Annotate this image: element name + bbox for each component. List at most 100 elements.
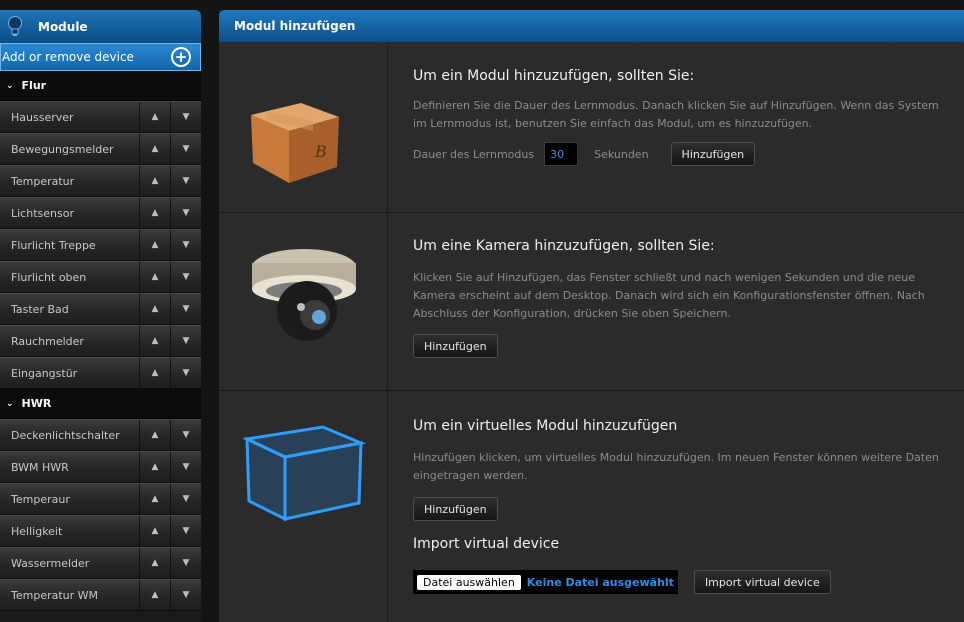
- arrow-up-icon[interactable]: ▲: [139, 516, 170, 546]
- icon-column: [219, 391, 388, 622]
- arrow-up-icon[interactable]: ▲: [139, 358, 170, 388]
- arrow-down-icon[interactable]: ▼: [170, 516, 201, 546]
- module-list: ⌄ Flur Hausserver ▲ ▼ Bewegungsmelder ▲ ▼ Temper…: [0, 71, 201, 611]
- sidebar-item[interactable]: Lichtsensor ▲ ▼: [0, 197, 201, 229]
- arrow-down-icon[interactable]: ▼: [170, 102, 201, 132]
- sidebar-item-label: Rauchmelder: [11, 334, 84, 348]
- plus-circle-icon[interactable]: +: [171, 47, 191, 67]
- sidebar-item[interactable]: Rauchmelder ▲ ▼: [0, 325, 201, 357]
- arrow-up-icon[interactable]: ▲: [139, 166, 170, 196]
- virtual-heading: Um ein virtuelles Modul hinzuzufügen: [413, 418, 678, 434]
- add-virtual-button[interactable]: Hinzufügen: [413, 497, 498, 521]
- sidebar-item[interactable]: Flurlicht Treppe ▲ ▼: [0, 229, 201, 261]
- arrow-up-icon[interactable]: ▲: [139, 294, 170, 324]
- sidebar-item[interactable]: Deckenlichtschalter ▲ ▼: [0, 419, 201, 451]
- sidebar-item-label: Flurlicht Treppe: [11, 238, 96, 252]
- sidebar-item[interactable]: Bewegungsmelder ▲ ▼: [0, 133, 201, 165]
- virtual-cube-icon: [241, 423, 367, 527]
- arrow-up-icon[interactable]: ▲: [139, 262, 170, 292]
- sidebar-item-label: Bewegungsmelder: [11, 142, 114, 156]
- sidebar-item-label: Helligkeit: [11, 524, 63, 538]
- module-heading: Um ein Modul hinzuzufügen, sollten Sie:: [413, 68, 695, 84]
- svg-text:B: B: [314, 142, 327, 161]
- sidebar-item-label: Temperatur: [11, 174, 75, 188]
- sidebar: Module Add or remove device + ⌄ Flur Hauss…: [0, 10, 201, 622]
- duration-input[interactable]: 30: [544, 142, 579, 166]
- chevron-down-icon[interactable]: ⌄: [6, 399, 14, 409]
- arrow-down-icon[interactable]: ▼: [170, 580, 201, 610]
- arrow-up-icon[interactable]: ▲: [139, 484, 170, 514]
- arrow-down-icon[interactable]: ▼: [170, 230, 201, 260]
- add-module-section: B Um ein Modul hinzuzufügen, sollten Sie…: [219, 42, 964, 213]
- camera-icon: [249, 245, 359, 349]
- arrow-up-icon[interactable]: ▲: [139, 452, 170, 482]
- sidebar-item[interactable]: Temperatur ▲ ▼: [0, 165, 201, 197]
- arrow-up-icon[interactable]: ▲: [139, 198, 170, 228]
- duration-label: Dauer des Lernmodus: [413, 147, 535, 161]
- chevron-down-icon[interactable]: ⌄: [6, 81, 14, 91]
- arrow-up-icon[interactable]: ▲: [139, 548, 170, 578]
- arrow-down-icon[interactable]: ▼: [170, 326, 201, 356]
- camera-description: Klicken Sie auf Hinzufügen, das Fenster …: [413, 271, 925, 320]
- arrow-up-icon[interactable]: ▲: [139, 230, 170, 260]
- arrow-down-icon[interactable]: ▼: [170, 452, 201, 482]
- group-label: Flur: [21, 79, 47, 92]
- arrow-down-icon[interactable]: ▼: [170, 294, 201, 324]
- sidebar-item[interactable]: Eingangstür ▲ ▼: [0, 357, 201, 389]
- group-header[interactable]: ⌄ Flur: [0, 71, 201, 101]
- arrow-up-icon[interactable]: ▲: [139, 102, 170, 132]
- group-header[interactable]: ⌄ HWR: [0, 389, 201, 419]
- sidebar-item[interactable]: Helligkeit ▲ ▼: [0, 515, 201, 547]
- sidebar-item[interactable]: BWM HWR ▲ ▼: [0, 451, 201, 483]
- file-status: Keine Datei ausgewählt: [526, 575, 674, 589]
- camera-heading: Um eine Kamera hinzuzufügen, sollten Sie…: [413, 238, 715, 254]
- sidebar-item-label: Lichtsensor: [11, 206, 74, 220]
- import-heading: Import virtual device: [413, 536, 560, 552]
- lightbulb-icon: [2, 10, 28, 43]
- arrow-down-icon[interactable]: ▼: [170, 134, 201, 164]
- add-virtual-section: Um ein virtuelles Modul hinzuzufügen Hin…: [219, 391, 964, 622]
- virtual-description: Hinzufügen klicken, um virtuelles Modul …: [413, 451, 939, 482]
- import-virtual-device-button[interactable]: Import virtual device: [693, 570, 831, 594]
- arrow-down-icon[interactable]: ▼: [170, 198, 201, 228]
- sidebar-item[interactable]: Temperatur WM ▲ ▼: [0, 579, 201, 611]
- add-remove-device-button[interactable]: Add or remove device +: [0, 43, 201, 71]
- seconds-label: Sekunden: [594, 147, 649, 161]
- module-description: Definieren Sie die Dauer des Lernmodus. …: [413, 99, 939, 130]
- box-icon: B: [245, 87, 345, 191]
- sidebar-item-label: Temperaur: [11, 492, 70, 506]
- arrow-down-icon[interactable]: ▼: [170, 166, 201, 196]
- add-camera-section: Um eine Kamera hinzuzufügen, sollten Sie…: [219, 213, 964, 391]
- sidebar-item[interactable]: Wassermelder ▲ ▼: [0, 547, 201, 579]
- arrow-down-icon[interactable]: ▼: [170, 262, 201, 292]
- sidebar-item-label: BWM HWR: [11, 460, 69, 474]
- sidebar-item-label: Temperatur WM: [11, 588, 99, 602]
- sidebar-item[interactable]: Flurlicht oben ▲ ▼: [0, 261, 201, 293]
- sidebar-title: Module: [38, 19, 88, 34]
- icon-column: B: [219, 42, 388, 212]
- arrow-up-icon[interactable]: ▲: [139, 420, 170, 450]
- arrow-down-icon[interactable]: ▼: [170, 484, 201, 514]
- sidebar-item-label: Wassermelder: [11, 556, 90, 570]
- sidebar-header: Module: [0, 10, 201, 43]
- sidebar-item[interactable]: Temperaur ▲ ▼: [0, 483, 201, 515]
- arrow-down-icon[interactable]: ▼: [170, 358, 201, 388]
- arrow-up-icon[interactable]: ▲: [139, 326, 170, 356]
- arrow-down-icon[interactable]: ▼: [170, 548, 201, 578]
- arrow-down-icon[interactable]: ▼: [170, 420, 201, 450]
- arrow-up-icon[interactable]: ▲: [139, 580, 170, 610]
- sidebar-item[interactable]: Taster Bad ▲ ▼: [0, 293, 201, 325]
- arrow-up-icon[interactable]: ▲: [139, 134, 170, 164]
- add-remove-device-label: Add or remove device: [2, 50, 134, 64]
- sidebar-item[interactable]: Hausserver ▲ ▼: [0, 101, 201, 133]
- add-camera-button[interactable]: Hinzufügen: [413, 334, 498, 358]
- icon-column: [219, 213, 388, 390]
- choose-file-button[interactable]: Datei auswählen: [417, 574, 521, 590]
- sidebar-item-label: Eingangstür: [11, 366, 78, 380]
- sidebar-item-label: Deckenlichtschalter: [11, 428, 120, 442]
- panel-header: Modul hinzufügen: [219, 10, 964, 42]
- sidebar-item-label: Taster Bad: [11, 302, 69, 316]
- add-module-button[interactable]: Hinzufügen: [670, 142, 756, 166]
- file-picker[interactable]: Datei auswählen Keine Datei ausgewählt: [413, 570, 678, 594]
- sidebar-item-label: Hausserver: [11, 110, 74, 124]
